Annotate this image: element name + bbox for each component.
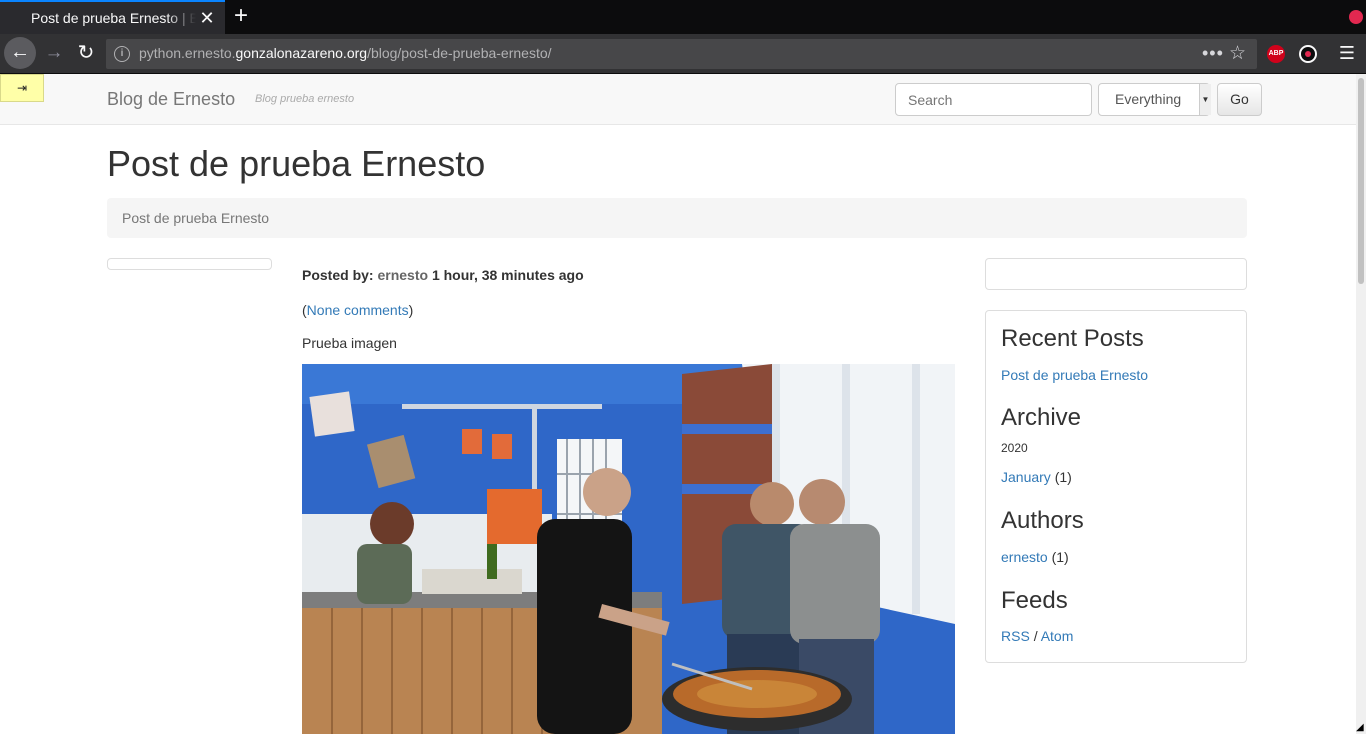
posted-by-label: Posted by:	[302, 267, 374, 283]
search-scope-value: Everything	[1115, 91, 1182, 107]
post-body: Prueba imagen	[302, 335, 397, 351]
extension-icon[interactable]	[1299, 45, 1317, 63]
forward-arrow-icon[interactable]: →	[42, 41, 66, 65]
author-link[interactable]: ernesto	[377, 267, 428, 283]
reload-icon[interactable]: ↻	[74, 41, 98, 65]
go-button[interactable]: Go	[1217, 83, 1262, 116]
paren-close: )	[408, 302, 414, 318]
recent-posts-heading: Recent Posts	[1001, 325, 1144, 352]
chevron-down-icon: ▼	[1199, 84, 1211, 115]
record-indicator-icon	[1349, 10, 1363, 24]
page-actions-icon[interactable]: •••	[1202, 43, 1224, 64]
site-brand[interactable]: Blog de Ernesto	[107, 89, 235, 110]
archive-month-item: January (1)	[1001, 469, 1072, 485]
right-sidebar-empty-panel	[985, 258, 1247, 290]
sidebar-author-link[interactable]: ernesto	[1001, 549, 1048, 565]
scrollbar-thumb[interactable]	[1358, 78, 1364, 284]
search-scope-select[interactable]: Everything ▼	[1098, 83, 1211, 116]
author-count: (1)	[1051, 549, 1069, 565]
tab-title: Post de prueba Ernesto | B	[31, 10, 196, 26]
breadcrumb: Post de prueba Ernesto	[107, 198, 1247, 238]
rss-link[interactable]: RSS	[1001, 628, 1030, 644]
atom-link[interactable]: Atom	[1041, 628, 1074, 644]
address-bar[interactable]: i python.ernesto.gonzalonazareno.org/blo…	[106, 39, 1257, 69]
feeds-item: RSS / Atom	[1001, 628, 1073, 644]
hamburger-menu-icon[interactable]: ☰	[1338, 42, 1356, 64]
comments-line: (None comments)	[302, 302, 413, 318]
authors-heading: Authors	[1001, 507, 1084, 534]
breadcrumb-item: Post de prueba Ernesto	[122, 210, 270, 226]
info-icon[interactable]: i	[114, 46, 130, 62]
archive-month-count: (1)	[1054, 469, 1072, 485]
feed-separator: /	[1033, 628, 1038, 644]
url-domain: gonzalonazareno.org	[235, 45, 368, 61]
comments-link[interactable]: None comments	[307, 302, 409, 318]
site-navbar: ⇥ Blog de Ernesto Blog prueba ernesto Ev…	[0, 74, 1356, 125]
tab-bar: Post de prueba Ernesto | B ✕ +	[0, 0, 1366, 34]
author-item: ernesto (1)	[1001, 549, 1069, 565]
photo-image	[302, 364, 955, 734]
resize-grip-icon: ◢	[1356, 722, 1364, 733]
sidebar-toggle-button[interactable]: ⇥	[0, 74, 44, 102]
post-time: 1 hour, 38 minutes ago	[431, 267, 584, 283]
url-host-prefix: python.ernesto.	[139, 45, 236, 61]
bookmark-star-icon[interactable]: ☆	[1229, 42, 1246, 65]
close-icon[interactable]: ✕	[198, 8, 216, 28]
search-input[interactable]	[895, 83, 1092, 116]
plus-icon[interactable]: +	[230, 4, 252, 28]
site-tagline: Blog prueba ernesto	[255, 93, 355, 105]
post-meta: Posted by: ernesto 1 hour, 38 minutes ag…	[302, 267, 584, 283]
back-arrow-icon[interactable]: ←	[4, 37, 36, 69]
left-sidebar-panel	[107, 258, 272, 270]
url-path: /blog/post-de-prueba-ernesto/	[367, 45, 552, 61]
page-scrollbar[interactable]	[1356, 74, 1366, 734]
feeds-heading: Feeds	[1001, 587, 1068, 614]
post-photo	[302, 364, 955, 734]
right-sidebar: Recent Posts Post de prueba Ernesto Arch…	[985, 310, 1247, 663]
url-text[interactable]: python.ernesto.gonzalonazareno.org/blog/…	[139, 45, 552, 61]
browser-tab-active[interactable]: Post de prueba Ernesto | B ✕	[0, 0, 225, 34]
web-page: ⇥ Blog de Ernesto Blog prueba ernesto Ev…	[0, 74, 1356, 734]
archive-month-link[interactable]: January	[1001, 469, 1051, 485]
archive-heading: Archive	[1001, 404, 1082, 431]
adblock-plus-icon[interactable]: ABP	[1267, 45, 1285, 63]
archive-year: 2020	[1001, 441, 1028, 455]
browser-toolbar: ← → ↻ i python.ernesto.gonzalonazareno.o…	[0, 34, 1366, 74]
recent-post-link[interactable]: Post de prueba Ernesto	[1001, 367, 1148, 383]
page-title: Post de prueba Ernesto	[107, 143, 486, 184]
